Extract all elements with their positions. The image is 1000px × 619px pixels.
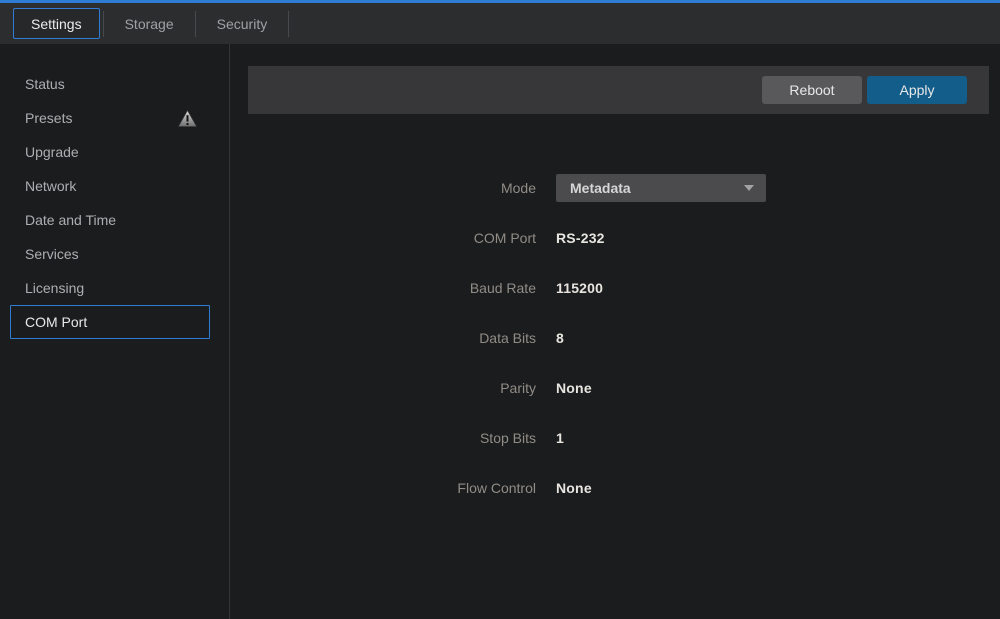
tab-separator [195, 11, 196, 37]
sidebar-item-date-and-time[interactable]: Date and Time [10, 203, 210, 237]
com-port-form: Mode Metadata COM Port RS-232 Baud Rate … [230, 163, 1000, 513]
sidebar-item-label: Services [25, 246, 79, 262]
mode-dropdown-value: Metadata [570, 180, 631, 196]
tab-storage-label: Storage [125, 16, 174, 32]
sidebar-item-label: Date and Time [25, 212, 116, 228]
sidebar-item-label: Upgrade [25, 144, 79, 160]
sidebar-item-label: Network [25, 178, 76, 194]
form-row-parity: Parity None [230, 363, 1000, 413]
baud-rate-value: 115200 [556, 280, 603, 296]
sidebar-item-licensing[interactable]: Licensing [10, 271, 210, 305]
tab-storage[interactable]: Storage [107, 8, 192, 39]
com-port-label: COM Port [230, 230, 536, 246]
stop-bits-label: Stop Bits [230, 430, 536, 446]
tab-separator [103, 11, 104, 37]
sidebar-item-upgrade[interactable]: Upgrade [10, 135, 210, 169]
warning-icon [178, 110, 197, 127]
settings-sidebar: Status Presets [0, 44, 230, 619]
tab-settings[interactable]: Settings [13, 8, 100, 39]
data-bits-value: 8 [556, 330, 564, 346]
baud-rate-label: Baud Rate [230, 280, 536, 296]
action-toolbar: Reboot Apply [248, 66, 989, 114]
form-row-mode: Mode Metadata [230, 163, 1000, 213]
apply-button[interactable]: Apply [867, 76, 967, 104]
stop-bits-value: 1 [556, 430, 564, 446]
tab-security-label: Security [217, 16, 268, 32]
data-bits-label: Data Bits [230, 330, 536, 346]
sidebar-item-label: COM Port [25, 314, 87, 330]
sidebar-item-network[interactable]: Network [10, 169, 210, 203]
sidebar-item-label: Presets [25, 110, 72, 126]
sidebar-item-label: Status [25, 76, 65, 92]
sidebar-item-presets[interactable]: Presets [10, 101, 210, 135]
form-row-data-bits: Data Bits 8 [230, 313, 1000, 363]
form-row-com-port: COM Port RS-232 [230, 213, 1000, 263]
flow-control-label: Flow Control [230, 480, 536, 496]
form-row-baud-rate: Baud Rate 115200 [230, 263, 1000, 313]
form-row-flow-control: Flow Control None [230, 463, 1000, 513]
com-port-value: RS-232 [556, 230, 605, 246]
parity-label: Parity [230, 380, 536, 396]
mode-label: Mode [230, 180, 536, 196]
chevron-down-icon [744, 185, 754, 191]
sidebar-item-label: Licensing [25, 280, 84, 296]
parity-value: None [556, 380, 592, 396]
sidebar-item-services[interactable]: Services [10, 237, 210, 271]
sidebar-item-com-port[interactable]: COM Port [10, 305, 210, 339]
flow-control-value: None [556, 480, 592, 496]
content-pane: Reboot Apply Mode Metadata COM Port RS-2… [230, 44, 1000, 619]
app-window: Settings Storage Security Status Presets [0, 0, 1000, 619]
mode-dropdown[interactable]: Metadata [556, 174, 766, 202]
tab-settings-label: Settings [31, 16, 82, 32]
reboot-button[interactable]: Reboot [762, 76, 862, 104]
sidebar-item-status[interactable]: Status [10, 67, 210, 101]
tab-separator [288, 11, 289, 37]
tab-security[interactable]: Security [199, 8, 286, 39]
main-tab-bar: Settings Storage Security [0, 3, 1000, 44]
form-row-stop-bits: Stop Bits 1 [230, 413, 1000, 463]
